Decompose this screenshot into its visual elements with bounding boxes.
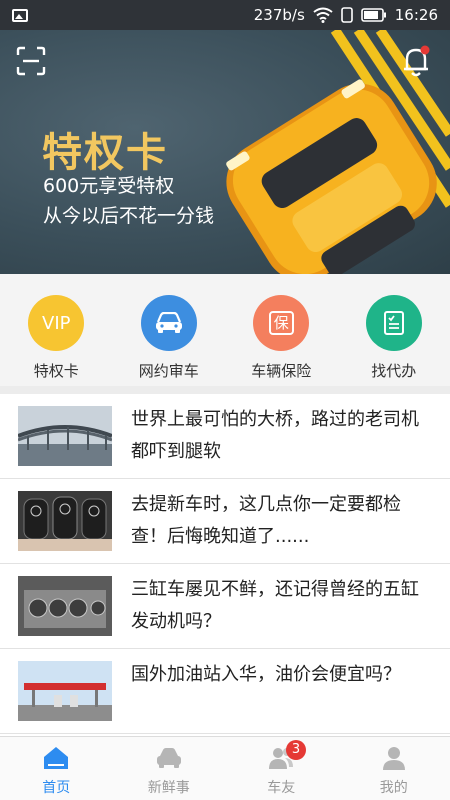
promo-banner[interactable]: 特权卡 600元享受特权 从今以后不花一分钱 xyxy=(0,30,450,274)
car-keys-thumbnail xyxy=(18,491,112,551)
tab-home[interactable]: 首页 xyxy=(0,737,113,800)
tab-whats-new[interactable]: 新鲜事 xyxy=(113,737,226,800)
news-list: 世界上最可怕的大桥，路过的老司机都吓到腿软 去提新车时，这几点你一定要都检查！后… xyxy=(0,394,450,734)
clock: 16:26 xyxy=(394,6,438,24)
user-icon xyxy=(382,747,405,770)
document-icon xyxy=(365,295,422,351)
tab-label: 新鲜事 xyxy=(147,780,190,796)
shortcut-privilege-card[interactable]: VIP 特权卡 xyxy=(0,274,113,386)
news-item[interactable]: 三缸车屡见不鲜，还记得曾经的五缸发动机吗？ xyxy=(0,564,450,649)
shortcut-label: 特权卡 xyxy=(33,362,79,380)
tab-label: 车友 xyxy=(267,780,296,796)
gallery-notification-icon xyxy=(12,8,28,22)
news-item[interactable]: 世界上最可怕的大桥，路过的老司机都吓到腿软 xyxy=(0,394,450,479)
banner-subtitle-2: 从今以后不花一分钱 xyxy=(43,205,215,227)
gas-station-thumbnail xyxy=(18,661,112,721)
tab-car-friends[interactable]: 车友 3 xyxy=(225,737,338,800)
notification-badge: 3 xyxy=(286,740,306,760)
sim-icon xyxy=(340,7,353,23)
tab-label: 我的 xyxy=(379,780,408,796)
tab-me[interactable]: 我的 xyxy=(338,737,450,800)
wifi-icon xyxy=(313,7,333,23)
news-title: 国外加油站入华，油价会便宜吗？ xyxy=(131,664,401,685)
status-bar: 237b/s 16:26 xyxy=(0,0,450,30)
battery-icon xyxy=(360,8,387,22)
bridge-thumbnail xyxy=(18,406,112,466)
news-title: 去提新车时，这几点你一定要都检查！后悔晚知道了...... xyxy=(131,494,401,547)
banner-subtitle-1: 600元享受特权 xyxy=(43,175,175,197)
shortcut-find-agent[interactable]: 找代办 xyxy=(338,274,450,386)
shortcut-online-inspection[interactable]: 网约审车 xyxy=(113,274,226,386)
news-item[interactable]: 国外加油站入华，油价会便宜吗？ xyxy=(0,649,450,734)
banner-title: 特权卡 xyxy=(42,130,168,176)
news-title: 世界上最可怕的大桥，路过的老司机都吓到腿软 xyxy=(131,409,419,462)
network-speed: 237b/s xyxy=(253,6,305,24)
home-icon xyxy=(44,747,69,769)
section-divider xyxy=(0,386,450,394)
car-icon xyxy=(140,295,197,351)
news-item[interactable]: 去提新车时，这几点你一定要都检查！后悔晚知道了...... xyxy=(0,479,450,564)
shortcut-vehicle-insurance[interactable]: 保 车辆保险 xyxy=(225,274,338,386)
engine-thumbnail xyxy=(18,576,112,636)
vip-icon: VIP xyxy=(28,295,85,351)
insurance-icon: 保 xyxy=(253,295,310,351)
notification-bell-icon[interactable] xyxy=(401,44,433,78)
news-title: 三缸车屡见不鲜，还记得曾经的五缸发动机吗？ xyxy=(131,579,419,632)
bottom-tab-bar: 首页 新鲜事 车友 3 我的 xyxy=(0,736,450,800)
shortcut-grid: VIP 特权卡 网约审车 保 车辆保险 找代办 xyxy=(0,274,450,386)
shortcut-label: 找代办 xyxy=(371,362,417,380)
shortcut-label: 网约审车 xyxy=(138,362,199,380)
tab-label: 首页 xyxy=(42,780,71,796)
shortcut-label: 车辆保险 xyxy=(251,362,312,380)
scan-icon[interactable] xyxy=(16,46,46,76)
car-icon xyxy=(156,748,181,768)
